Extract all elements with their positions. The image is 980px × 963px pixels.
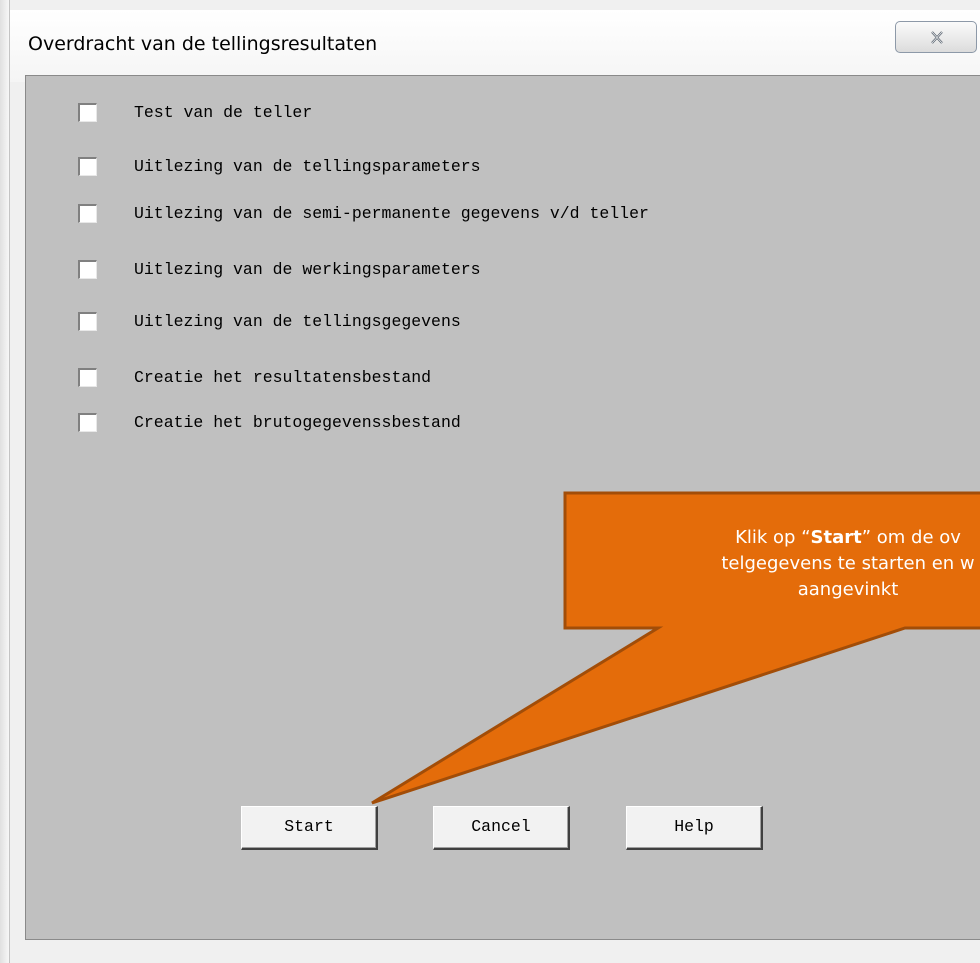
checkbox[interactable] — [78, 312, 97, 331]
checkbox[interactable] — [78, 413, 97, 432]
option-label: Creatie het brutogegevenssbestand — [134, 413, 461, 432]
option-label: Creatie het resultatensbestand — [134, 368, 432, 387]
title-bar[interactable]: Overdracht van de tellingsresultaten — [10, 10, 980, 82]
checkbox[interactable] — [78, 157, 97, 176]
start-button[interactable]: Start — [241, 806, 378, 850]
window-frame-left — [0, 0, 10, 963]
option-tellingsgegevens[interactable]: Uitlezing van de tellingsgegevens — [78, 311, 938, 333]
option-test-van-de-teller[interactable]: Test van de teller — [78, 102, 938, 124]
option-label: Uitlezing van de semi-permanente gegeven… — [134, 204, 649, 223]
option-semi-permanente-gegevens[interactable]: Uitlezing van de semi-permanente gegeven… — [78, 203, 938, 225]
checkbox[interactable] — [78, 260, 97, 279]
dialog-window: Overdracht van de tellingsresultaten Tes… — [0, 0, 980, 963]
option-label: Uitlezing van de tellingsparameters — [134, 157, 481, 176]
option-werkingsparameters[interactable]: Uitlezing van de werkingsparameters — [78, 259, 938, 281]
option-label: Test van de teller — [134, 103, 313, 122]
close-button[interactable] — [895, 21, 977, 53]
close-icon — [931, 31, 943, 44]
option-resultatensbestand[interactable]: Creatie het resultatensbestand — [78, 367, 938, 389]
help-button[interactable]: Help — [626, 806, 763, 850]
checkbox[interactable] — [78, 103, 97, 122]
checkbox[interactable] — [78, 204, 97, 223]
cancel-button[interactable]: Cancel — [433, 806, 570, 850]
option-tellingsparameters[interactable]: Uitlezing van de tellingsparameters — [78, 156, 938, 178]
dialog-body: Test van de teller Uitlezing van de tell… — [25, 75, 980, 940]
option-brutogegevensbestand[interactable]: Creatie het brutogegevenssbestand — [78, 412, 938, 434]
option-label: Uitlezing van de tellingsgegevens — [134, 312, 461, 331]
checkbox[interactable] — [78, 368, 97, 387]
window-title: Overdracht van de tellingsresultaten — [28, 33, 378, 55]
option-label: Uitlezing van de werkingsparameters — [134, 260, 481, 279]
